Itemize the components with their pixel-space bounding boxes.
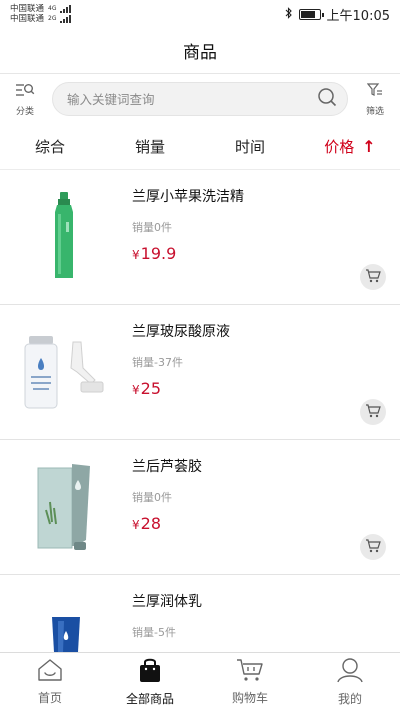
product-price: ¥25 bbox=[132, 379, 400, 398]
sort-tabs: 综合 销量 时间 价格 ↑ bbox=[0, 124, 400, 170]
category-label: 分类 bbox=[15, 106, 34, 117]
product-item[interactable]: 兰厚润体乳 销量-5件 ¥58 bbox=[0, 575, 400, 652]
product-price: ¥19.9 bbox=[132, 244, 400, 263]
filter-button[interactable]: 筛选 bbox=[360, 82, 390, 117]
add-to-cart-button[interactable] bbox=[360, 534, 386, 560]
bluetooth-icon bbox=[285, 6, 293, 22]
battery-icon bbox=[298, 8, 324, 20]
price-currency: ¥ bbox=[132, 248, 140, 262]
signal-icon bbox=[60, 5, 72, 13]
product-name[interactable]: 兰后芦荟胶 bbox=[132, 456, 400, 476]
nav-item-all-products[interactable]: 全部商品 bbox=[100, 653, 200, 711]
nav-label: 我的 bbox=[337, 692, 362, 706]
cart-icon bbox=[236, 658, 264, 686]
page-header: 商品 bbox=[0, 28, 400, 74]
product-item[interactable]: 兰后芦荟胶 销量0件 ¥28 bbox=[0, 440, 400, 575]
sort-tab-label: 价格 bbox=[324, 138, 355, 156]
search-input[interactable] bbox=[67, 91, 317, 107]
sort-tab-label: 综合 bbox=[34, 138, 65, 156]
nav-label: 全部商品 bbox=[125, 692, 174, 706]
nav-label: 首页 bbox=[37, 691, 62, 705]
price-currency: ¥ bbox=[132, 518, 140, 532]
sort-ascending-arrow-icon: ↑ bbox=[362, 137, 376, 156]
sort-tab-price[interactable]: 价格 ↑ bbox=[300, 136, 400, 157]
product-image-dish-soap[interactable] bbox=[0, 170, 132, 304]
product-image-hyaluronic-serum[interactable] bbox=[0, 305, 132, 439]
add-to-cart-button[interactable] bbox=[360, 399, 386, 425]
carrier-2-network: 2G bbox=[48, 15, 57, 22]
sort-tab-comprehensive[interactable]: 综合 bbox=[0, 136, 100, 157]
product-name[interactable]: 兰厚玻尿酸原液 bbox=[132, 321, 400, 341]
carrier-1-network: 4G bbox=[48, 5, 57, 12]
status-time: 上午10:05 bbox=[326, 8, 390, 24]
price-value: 19.9 bbox=[140, 244, 177, 263]
sort-tab-sales[interactable]: 销量 bbox=[100, 136, 200, 157]
nav-label: 购物车 bbox=[231, 691, 268, 705]
sort-tab-time[interactable]: 时间 bbox=[200, 136, 300, 157]
carrier-1-name: 中国联通 bbox=[10, 4, 45, 14]
price-value: 28 bbox=[140, 514, 161, 533]
product-price: ¥28 bbox=[132, 514, 400, 533]
price-currency: ¥ bbox=[132, 383, 140, 397]
nav-item-cart[interactable]: 购物车 bbox=[200, 653, 300, 711]
carrier-info: 中国联通 4G 中国联通 2G bbox=[10, 4, 72, 24]
product-sales: 销量0件 bbox=[132, 491, 172, 504]
search-icon[interactable] bbox=[317, 87, 337, 111]
product-list[interactable]: 兰厚小苹果洗洁精 销量0件 ¥19.9 兰厚玻尿酸原液 销量-37件 ¥25 兰… bbox=[0, 170, 400, 652]
product-name[interactable]: 兰厚小苹果洗洁精 bbox=[132, 186, 400, 206]
add-to-cart-button[interactable] bbox=[360, 264, 386, 290]
nav-item-home[interactable]: 首页 bbox=[0, 653, 100, 711]
signal-icon bbox=[60, 15, 72, 23]
search-field[interactable] bbox=[52, 82, 348, 116]
product-sales: 销量-5件 bbox=[132, 626, 176, 639]
product-item[interactable]: 兰厚小苹果洗洁精 销量0件 ¥19.9 bbox=[0, 170, 400, 305]
category-icon bbox=[15, 82, 35, 102]
user-icon bbox=[337, 657, 363, 687]
product-image-body-lotion[interactable] bbox=[0, 575, 132, 652]
price-value: 25 bbox=[140, 379, 161, 398]
product-image-aloe-gel[interactable] bbox=[0, 440, 132, 574]
product-sales: 销量0件 bbox=[132, 221, 172, 234]
category-button[interactable]: 分类 bbox=[10, 82, 40, 117]
status-bar: 中国联通 4G 中国联通 2G 上午10:05 bbox=[0, 0, 400, 28]
home-icon bbox=[37, 658, 63, 686]
filter-icon bbox=[366, 82, 383, 102]
cart-icon bbox=[365, 538, 381, 557]
sort-tab-label: 时间 bbox=[234, 138, 265, 156]
search-bar: 分类 筛选 bbox=[0, 74, 400, 124]
bottom-nav: 首页 全部商品 购物车 我的 bbox=[0, 652, 400, 711]
product-name[interactable]: 兰厚润体乳 bbox=[132, 591, 400, 611]
page-title: 商品 bbox=[183, 43, 217, 63]
cart-icon bbox=[365, 403, 381, 422]
nav-item-me[interactable]: 我的 bbox=[300, 653, 400, 711]
bag-icon bbox=[137, 657, 163, 687]
sort-tab-label: 销量 bbox=[134, 138, 165, 156]
product-item[interactable]: 兰厚玻尿酸原液 销量-37件 ¥25 bbox=[0, 305, 400, 440]
cart-icon bbox=[365, 268, 381, 287]
carrier-2-name: 中国联通 bbox=[10, 14, 45, 24]
product-sales: 销量-37件 bbox=[132, 356, 183, 369]
filter-label: 筛选 bbox=[365, 106, 384, 117]
